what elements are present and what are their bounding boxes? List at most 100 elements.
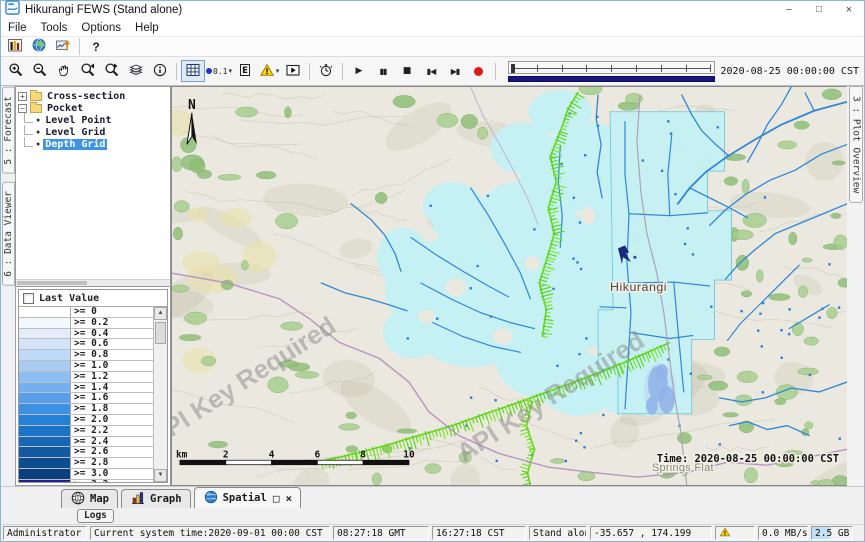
bar-chart-icon bbox=[130, 490, 146, 509]
minimize-button[interactable]: – bbox=[774, 1, 804, 19]
globe-map-button[interactable] bbox=[27, 36, 51, 58]
scroll-up-icon[interactable]: ▲ bbox=[154, 307, 167, 320]
timeline-slider[interactable] bbox=[508, 61, 715, 82]
zoom-next-button[interactable] bbox=[100, 60, 124, 82]
info-icon bbox=[152, 62, 168, 81]
status-memory: 2.5 GB bbox=[811, 526, 853, 540]
legend-swatch bbox=[19, 329, 71, 339]
main-area: 5 : Forecast 6 : Data Viewer +Cross-secti… bbox=[1, 86, 864, 486]
animation-button[interactable] bbox=[281, 60, 305, 82]
layers-button[interactable] bbox=[124, 60, 148, 82]
status-user: Administrator bbox=[3, 526, 87, 540]
title-bar: Hikurangi FEWS (Stand alone) –□× bbox=[1, 1, 864, 19]
tree-node[interactable]: −Pocket bbox=[18, 102, 170, 114]
legend-swatch bbox=[19, 437, 71, 447]
last-value-checkbox[interactable] bbox=[23, 293, 34, 304]
side-tab-forecast[interactable]: 5 : Forecast bbox=[2, 87, 15, 174]
tab-map[interactable]: Map bbox=[61, 489, 118, 508]
pan-hand-button[interactable] bbox=[52, 60, 76, 82]
spatial-display-button[interactable] bbox=[51, 36, 75, 58]
stop-button[interactable]: ■ bbox=[395, 60, 419, 82]
expand-icon[interactable]: + bbox=[18, 92, 27, 101]
logs-tab[interactable]: Logs bbox=[77, 509, 114, 523]
record-button[interactable] bbox=[467, 60, 491, 82]
collapse-icon[interactable]: − bbox=[18, 104, 27, 113]
side-tab-data-viewer[interactable]: 6 : Data Viewer bbox=[2, 182, 15, 286]
timeline-thumb[interactable] bbox=[511, 64, 515, 73]
legend-row[interactable]: >= 1.2 bbox=[19, 372, 153, 383]
svg-text:E: E bbox=[242, 66, 248, 76]
map-view[interactable]: API Key RequiredAPI Key RequiredNkm24681… bbox=[171, 86, 847, 486]
pause-icon: ▮▮ bbox=[380, 67, 387, 76]
legend-row[interactable]: >= 3.2 bbox=[19, 480, 153, 482]
zoom-in-button[interactable] bbox=[4, 60, 28, 82]
menu-bar: FileToolsOptionsHelp bbox=[1, 19, 864, 36]
legend-label: >= 2.6 bbox=[71, 447, 153, 457]
menu-tools[interactable]: Tools bbox=[34, 22, 75, 34]
warning-icon bbox=[259, 62, 275, 81]
tree-leaf[interactable]: ●Level Grid bbox=[18, 126, 170, 138]
legend-row[interactable]: >= 2.2 bbox=[19, 426, 153, 437]
close-button[interactable]: × bbox=[834, 1, 864, 19]
grid-icon bbox=[185, 62, 201, 81]
step-backward-button[interactable]: ▮◀ bbox=[419, 60, 443, 82]
scroll-down-icon[interactable]: ▼ bbox=[154, 469, 167, 482]
menu-help[interactable]: Help bbox=[128, 22, 166, 34]
legend-swatch bbox=[19, 415, 71, 425]
legend-row[interactable]: >= 0.2 bbox=[19, 318, 153, 329]
window-title: Hikurangi FEWS (Stand alone) bbox=[25, 4, 182, 16]
town-label-hikurangi: Hikurangi bbox=[610, 280, 667, 294]
maximize-button[interactable]: □ bbox=[804, 1, 834, 19]
bottom-tab-bar: MapGraphSpatial□× bbox=[1, 486, 864, 508]
tree-node[interactable]: +Cross-section bbox=[18, 90, 170, 102]
animation-icon bbox=[285, 62, 301, 81]
step-forward-icon: ▶▮ bbox=[451, 67, 460, 76]
warning-button[interactable]: ▾ bbox=[257, 60, 281, 82]
grid-button[interactable] bbox=[181, 60, 205, 82]
legend-e-button[interactable]: E bbox=[233, 60, 257, 82]
play-button[interactable]: ▶ bbox=[347, 60, 371, 82]
menu-options[interactable]: Options bbox=[74, 22, 128, 34]
pause-button[interactable]: ▮▮ bbox=[371, 60, 395, 82]
legend-scrollbar[interactable]: ▲ ▼ bbox=[153, 307, 167, 482]
tab-close-icon[interactable]: × bbox=[285, 492, 292, 505]
tree-horizontal-scrollbar[interactable] bbox=[16, 279, 170, 286]
legend-swatch bbox=[19, 318, 71, 328]
zoom-previous-icon bbox=[80, 62, 96, 81]
tab-graph[interactable]: Graph bbox=[121, 489, 191, 508]
contour-dot-button[interactable]: 0.1▾ bbox=[205, 60, 233, 82]
tree-leaf[interactable]: ●Level Point bbox=[18, 114, 170, 126]
tab-restore-icon[interactable]: □ bbox=[273, 492, 280, 505]
pan-hand-icon bbox=[56, 62, 72, 81]
svg-text:4: 4 bbox=[269, 449, 275, 460]
zoom-previous-button[interactable] bbox=[76, 60, 100, 82]
layer-tree: +Cross-section−Pocket●Level Point●Level … bbox=[16, 87, 170, 279]
scrollbar-thumb[interactable] bbox=[155, 322, 166, 344]
legend-swatch bbox=[19, 350, 71, 360]
tree-leaf[interactable]: ●Depth Grid bbox=[18, 138, 170, 150]
legend-label: >= 1.0 bbox=[71, 361, 153, 371]
svg-text:2: 2 bbox=[223, 449, 229, 460]
layers-icon bbox=[128, 62, 144, 81]
clock-button[interactable] bbox=[314, 60, 338, 82]
legend-label: >= 0 bbox=[71, 307, 153, 317]
legend-swatch bbox=[19, 447, 71, 457]
side-tab-plot-overview[interactable]: 3 : Plot Overview bbox=[849, 86, 863, 203]
legend-label: >= 0.6 bbox=[71, 339, 153, 349]
legend-body: >= 0>= 0.2>= 0.4>= 0.6>= 0.8>= 1.0>= 1.2… bbox=[19, 306, 167, 482]
tab-spatial[interactable]: Spatial□× bbox=[194, 487, 302, 508]
timeline-tick bbox=[661, 65, 662, 72]
help-button[interactable]: ? bbox=[84, 36, 108, 58]
timeline-date-label: 2020-08-25 00:00:00 CST bbox=[721, 66, 859, 77]
status-coordinates: -35.657 , 174.199 bbox=[590, 526, 712, 540]
timeline-track[interactable] bbox=[508, 61, 715, 74]
info-button[interactable] bbox=[148, 60, 172, 82]
legend-label: >= 1.2 bbox=[71, 372, 153, 382]
step-forward-button[interactable]: ▶▮ bbox=[443, 60, 467, 82]
database-logs-button[interactable] bbox=[3, 36, 27, 58]
timeline-tick bbox=[537, 65, 538, 72]
zoom-out-button[interactable] bbox=[28, 60, 52, 82]
right-tab-strip: 3 : Plot Overview bbox=[847, 86, 864, 486]
status-gmt-time: 08:27:18 GMT bbox=[333, 526, 429, 540]
menu-file[interactable]: File bbox=[1, 22, 34, 34]
